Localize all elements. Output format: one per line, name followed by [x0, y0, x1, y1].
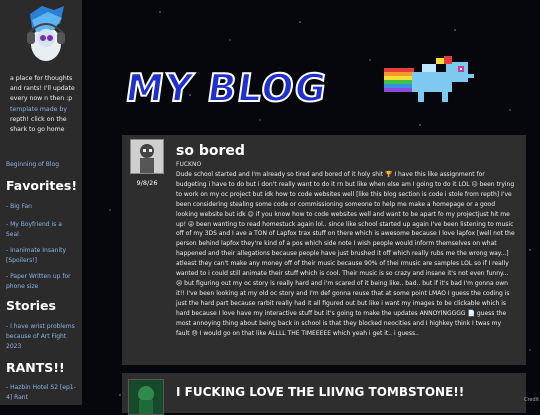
- stories-item[interactable]: - I have wrist problems because of Art F…: [6, 322, 76, 352]
- intro-line: a place for thoughts: [10, 75, 73, 82]
- credit-label[interactable]: Credit: [524, 397, 539, 403]
- blog-post: 9/8/26 so bored FUCKNO Dude school start…: [122, 135, 526, 365]
- post-tag: FUCKNO: [176, 161, 202, 168]
- intro-line: shark to go home: [10, 126, 65, 134]
- rants-item[interactable]: - Hazbin Hotel S2 [ep1-4] Rant: [6, 383, 76, 403]
- intro-line: every now n then :p: [10, 95, 73, 103]
- stories-heading: Stories: [6, 298, 56, 313]
- favorites-item[interactable]: - Paper Written up for phone size: [6, 272, 76, 292]
- rainbow-pony-sprite-icon: [384, 56, 474, 102]
- post-title: I FUCKING LOVE THE LIIVNG TOMBSTONE!!: [176, 385, 465, 399]
- rants-heading: RANTS!!: [6, 360, 65, 375]
- beginning-of-blog-link[interactable]: Beginning of Blog: [6, 161, 59, 168]
- favorites-item[interactable]: - Inanimate Insanity [Spoilers!]: [6, 246, 76, 266]
- blog-title: MY BLOG: [122, 65, 331, 111]
- intro-line: repth! click on the: [10, 115, 67, 123]
- intro-line: and rants! I'll update: [10, 85, 75, 93]
- favorites-item[interactable]: - Big Fan: [6, 202, 76, 212]
- template-credit-link[interactable]: template made by: [10, 105, 82, 115]
- post-body: Dude school started and I'm already so t…: [176, 171, 515, 337]
- post-title: so bored: [176, 143, 245, 159]
- favorites-heading: Favorites!: [6, 178, 78, 193]
- sidebar: a place for thoughts and rants! I'll upd…: [0, 0, 82, 405]
- sidebar-intro: a place for thoughts and rants! I'll upd…: [10, 74, 82, 135]
- post-avatar: [130, 139, 164, 174]
- post-date: 9/8/26: [136, 179, 158, 187]
- shark-avatar-icon[interactable]: [24, 4, 68, 64]
- blog-post: I FUCKING LOVE THE LIIVNG TOMBSTONE!!: [122, 373, 526, 415]
- post-avatar: [128, 379, 164, 415]
- favorites-item[interactable]: - My Boyfriend is a Seal: [6, 220, 76, 240]
